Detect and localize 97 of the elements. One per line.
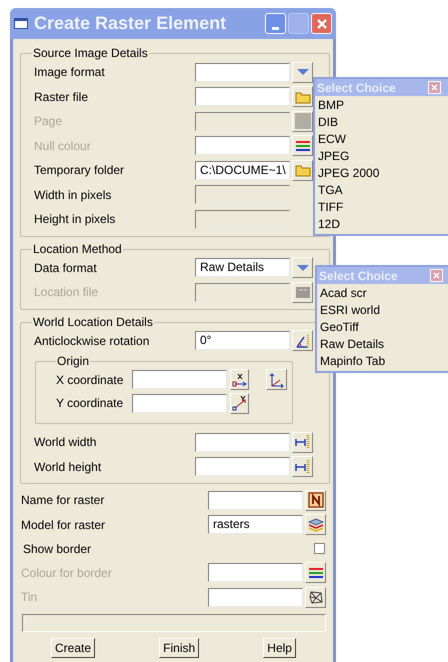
field-label: Tin — [21, 589, 38, 606]
field-label: Raster file — [34, 88, 90, 106]
text-field[interactable] — [208, 563, 303, 582]
group-title: Source Image Details — [32, 47, 149, 60]
text-field[interactable] — [132, 394, 227, 413]
group-title: Location Method — [32, 242, 123, 256]
choice-item[interactable]: TIFF — [315, 199, 448, 216]
model-button[interactable] — [305, 514, 326, 536]
name-icon — [308, 492, 324, 508]
field-label: Name for raster — [21, 492, 106, 510]
file-button[interactable] — [292, 86, 313, 108]
colour-button[interactable] — [305, 562, 326, 584]
field-label: Width in pixels — [34, 186, 112, 204]
close-button[interactable] — [428, 81, 441, 94]
choice-item[interactable]: JPEG — [315, 148, 448, 165]
window-title: Create Raster Element — [34, 12, 228, 35]
ruler-measure-icon — [294, 458, 310, 475]
text-field[interactable] — [195, 136, 290, 156]
y-coord-button[interactable] — [230, 392, 249, 414]
dialog-button[interactable]: Finish — [159, 638, 200, 658]
choice-item[interactable]: 12D — [315, 216, 448, 233]
field-label: Height in pixels — [34, 211, 116, 228]
x-arrow-icon — [232, 372, 248, 388]
window-icon — [14, 18, 28, 29]
file-button[interactable] — [292, 160, 313, 181]
text-field[interactable] — [195, 185, 290, 204]
locked-file-button[interactable] — [292, 282, 313, 303]
text-field[interactable] — [208, 588, 303, 607]
page-button[interactable] — [292, 110, 313, 132]
text-field[interactable] — [195, 282, 290, 302]
choice-item[interactable]: BMP — [315, 97, 448, 114]
angle-button[interactable] — [292, 330, 313, 352]
choice-button[interactable] — [292, 62, 313, 83]
field-label: Temporary folder — [34, 162, 126, 180]
text-field[interactable] — [132, 370, 227, 390]
text-field[interactable]: Raw Details — [195, 258, 290, 278]
text-field[interactable] — [208, 490, 303, 510]
field-label: Anticlockwise rotation — [34, 332, 150, 350]
field-label: World height — [34, 458, 102, 476]
text-field[interactable]: rasters — [208, 515, 303, 534]
choice-item[interactable]: GeoTiff — [317, 319, 448, 336]
field-label: Location file — [34, 284, 100, 302]
field-label: X coordinate — [56, 372, 124, 389]
text-field[interactable] — [195, 210, 290, 229]
field-label: Image format — [34, 64, 106, 82]
close-icon — [316, 18, 328, 30]
field-label: Y coordinate — [56, 395, 124, 412]
x-coord-button[interactable] — [230, 369, 249, 390]
ruler-measure-icon — [294, 434, 310, 450]
close-icon — [433, 272, 440, 279]
field-label: Show border — [22, 540, 92, 558]
group-title: World Location Details — [32, 316, 154, 328]
text-field[interactable] — [195, 112, 290, 131]
choice-item[interactable]: ECW — [315, 131, 448, 148]
tin-button[interactable] — [305, 586, 326, 608]
group-title: Origin — [56, 355, 90, 368]
text-field[interactable] — [195, 432, 290, 452]
minimize-button[interactable] — [265, 13, 286, 34]
text-field[interactable] — [195, 62, 290, 82]
close-icon — [431, 84, 438, 91]
text-field[interactable]: 0° — [195, 331, 290, 350]
distance-button[interactable] — [292, 432, 313, 453]
name-button[interactable] — [305, 490, 326, 511]
blank-square-icon — [294, 113, 310, 130]
distance-button[interactable] — [292, 456, 313, 478]
field-label: Null colour — [34, 138, 92, 155]
popup-title: Select Choice — [317, 80, 397, 96]
choice-item[interactable]: Raw Details — [317, 336, 448, 353]
axes-button[interactable] — [266, 369, 287, 390]
text-field[interactable] — [195, 457, 290, 476]
text-field[interactable] — [195, 87, 290, 106]
popup-title: Select Choice — [319, 268, 399, 284]
text-field[interactable]: C:\DOCUME~1\ — [195, 160, 290, 180]
choice-item[interactable]: Mapinfo Tab — [317, 353, 448, 370]
field-label: Data format — [34, 260, 98, 277]
tin-mesh-icon — [308, 589, 324, 606]
dialog-button[interactable]: Help — [263, 638, 296, 658]
choice-item[interactable]: TGA — [315, 182, 448, 199]
dialog-button[interactable]: Create — [51, 638, 96, 658]
field-label: Model for raster — [21, 516, 106, 534]
close-button[interactable] — [311, 13, 332, 34]
choice-item[interactable]: ESRI world — [317, 302, 448, 319]
layers-icon — [308, 516, 324, 533]
close-button[interactable] — [430, 269, 443, 282]
checkbox[interactable] — [314, 543, 325, 554]
choice-item[interactable]: JPEG 2000 — [315, 165, 448, 182]
field-label: Colour for border — [21, 564, 113, 582]
minimize-icon — [272, 27, 279, 30]
choice-item[interactable]: Acad scr — [317, 285, 448, 302]
y-arrow-icon — [232, 395, 248, 412]
axes-icon — [268, 372, 284, 388]
choice-item[interactable]: DIB — [315, 114, 448, 131]
angle-icon — [294, 332, 310, 349]
colour-button[interactable] — [292, 135, 313, 156]
field-label: World width — [34, 434, 98, 452]
choice-button[interactable] — [292, 257, 313, 278]
field-label: Page — [34, 113, 64, 130]
